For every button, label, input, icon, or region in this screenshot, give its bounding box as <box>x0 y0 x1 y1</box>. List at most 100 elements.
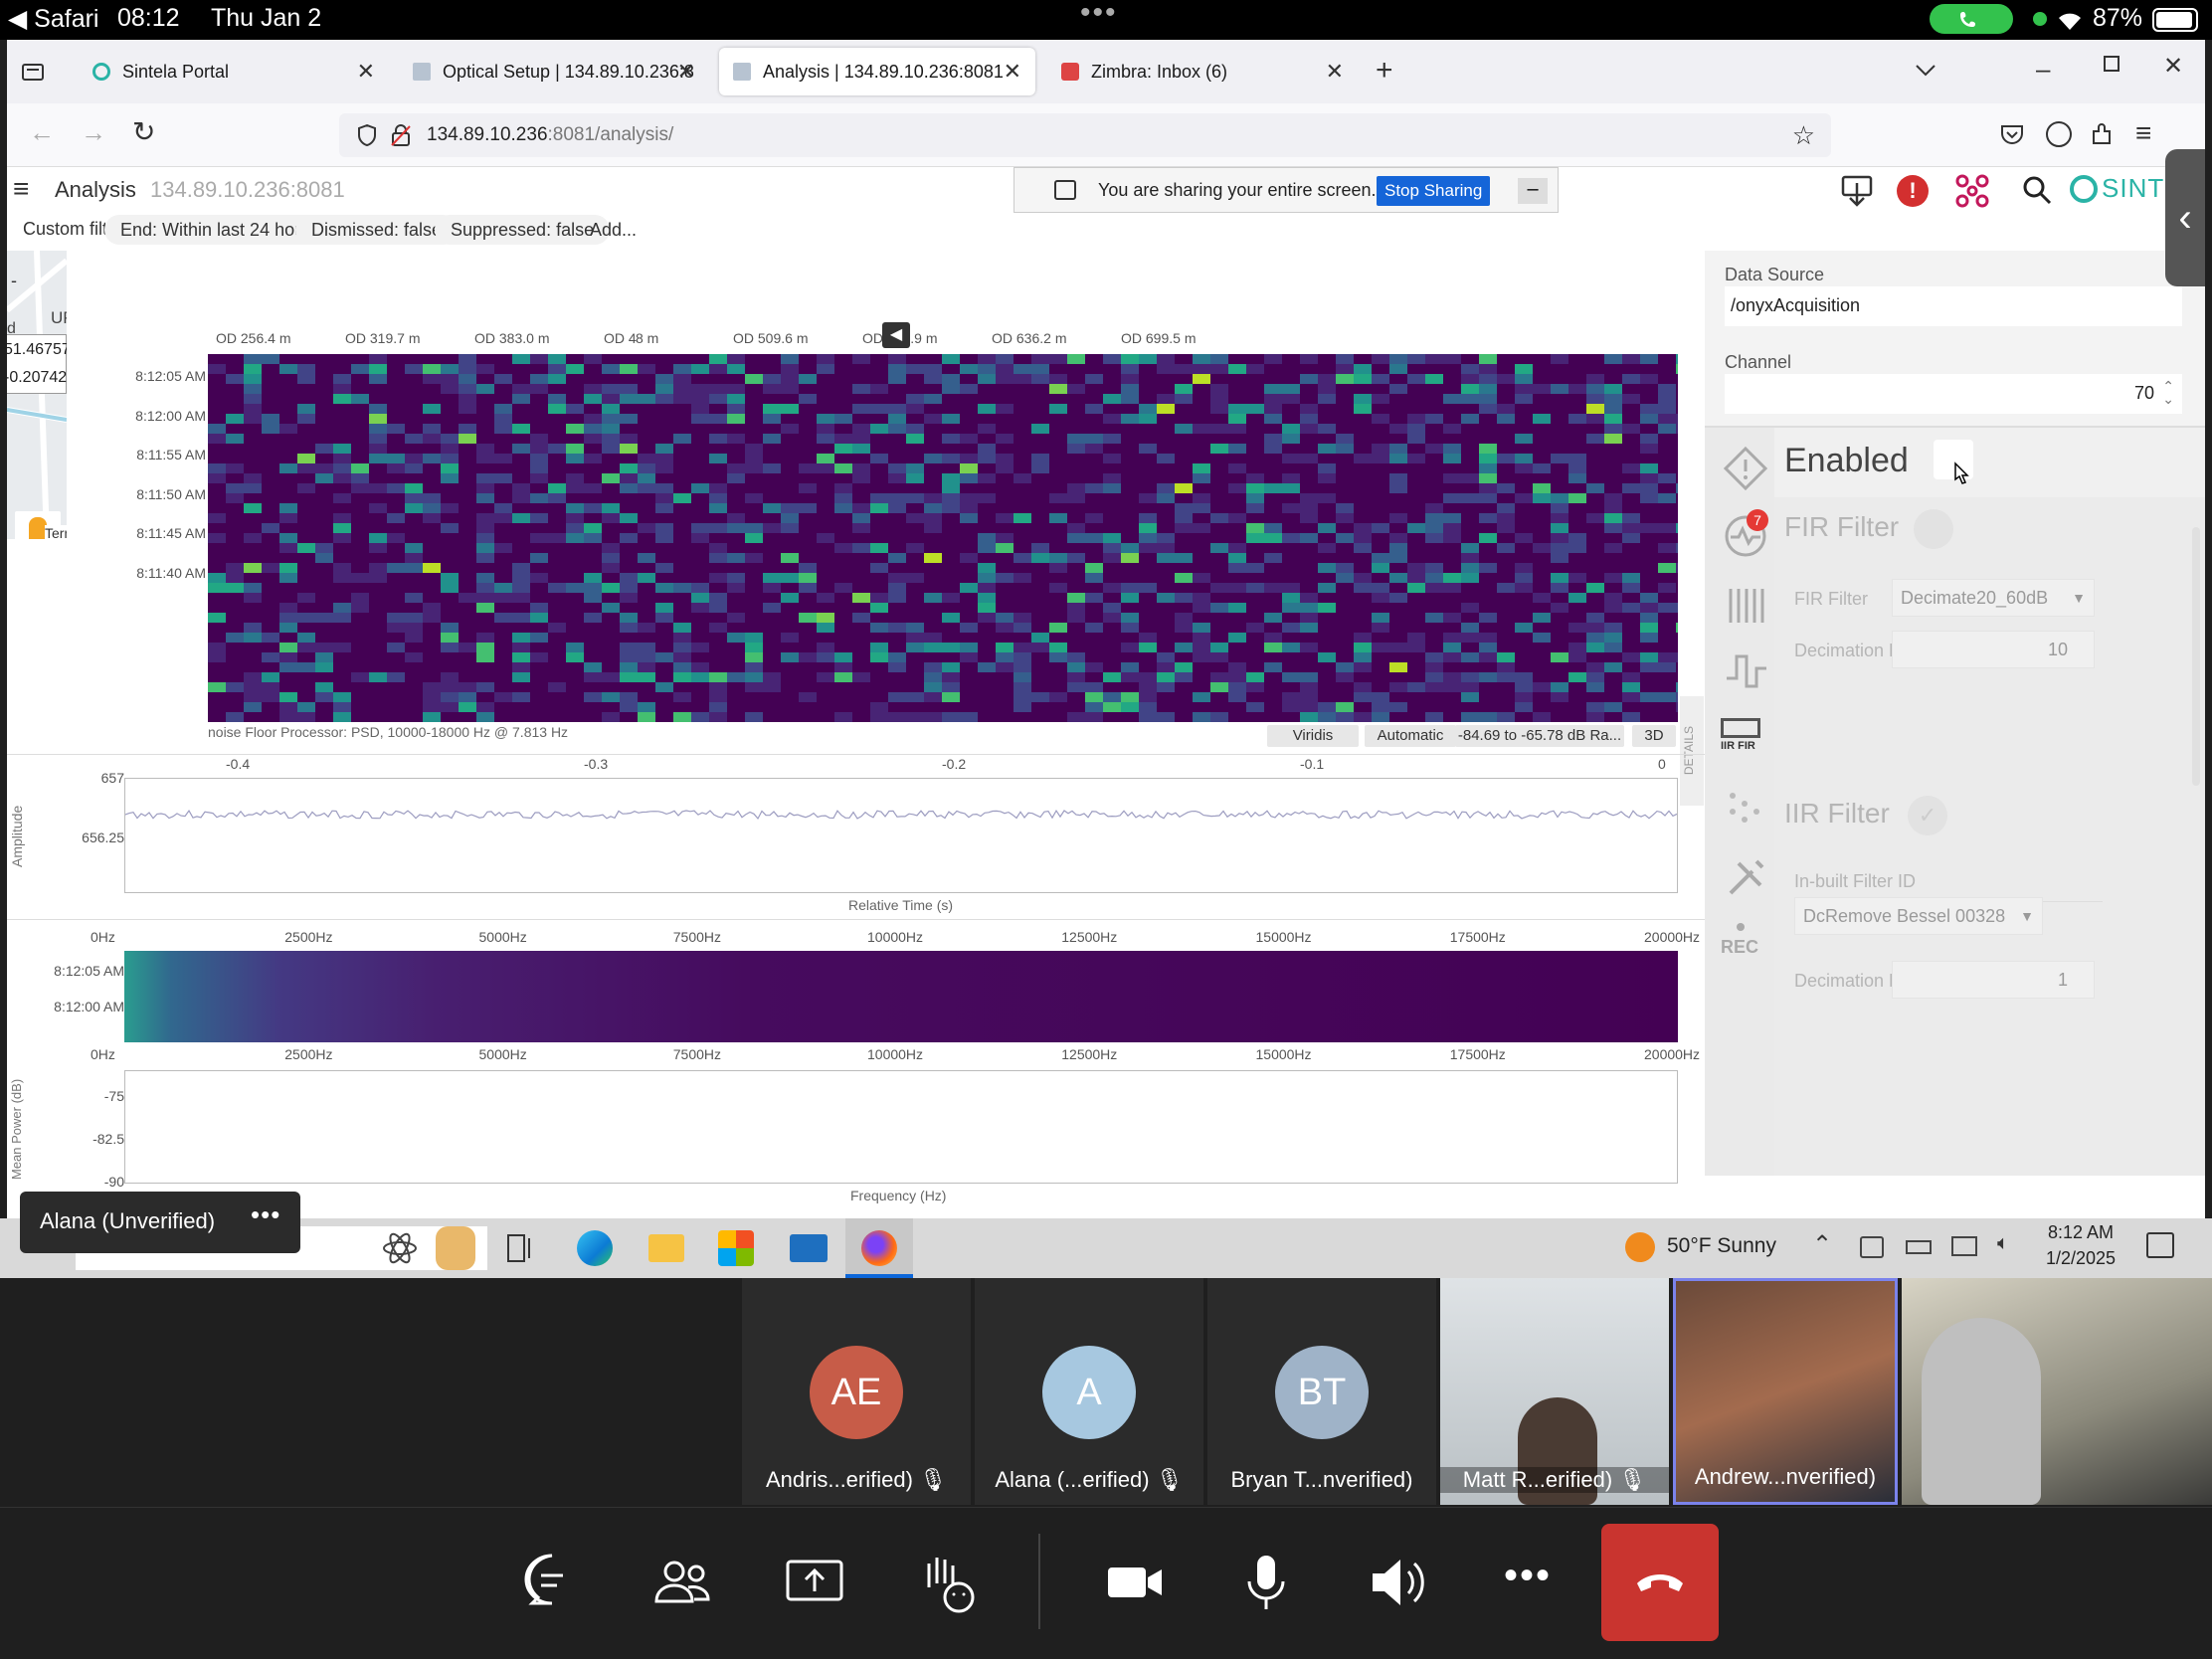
participant-video-tile[interactable]: Matt R...erified) 🎙︎ <box>1440 1278 1669 1505</box>
mute-speaker-icon[interactable]: 🔈︎ <box>1997 1232 2009 1255</box>
spectrogram[interactable] <box>124 951 1678 1042</box>
decimation2-input[interactable]: 1 <box>1892 961 2095 999</box>
minimize-icon[interactable]: – <box>2036 54 2050 85</box>
store-icon[interactable] <box>718 1230 754 1266</box>
close-tab-icon[interactable]: ✕ <box>357 59 375 85</box>
iir-toggle-check-icon[interactable]: ✓ <box>1908 796 1947 835</box>
tray-date[interactable]: 1/2/2025 <box>2041 1248 2120 1269</box>
new-tab-icon[interactable]: + <box>1376 54 1393 88</box>
insecure-lock-icon[interactable] <box>391 123 411 147</box>
close-tab-icon[interactable]: ✕ <box>1004 59 1021 85</box>
waveform-icon[interactable] <box>1723 648 1768 694</box>
map-panel[interactable]: - UP d 51.467572 -0.207425 Terms <box>7 251 67 539</box>
scale-mode-button[interactable]: Automatic <box>1365 725 1456 747</box>
microphone-icon[interactable] <box>1231 1548 1301 1617</box>
battery-tray-icon[interactable] <box>1906 1240 1932 1254</box>
speaker-icon[interactable]: ◀ <box>882 322 910 348</box>
decimation-input[interactable]: 10 <box>1892 631 2095 668</box>
alert-diamond-icon[interactable] <box>1723 446 1768 491</box>
back-icon[interactable]: ← <box>29 117 55 148</box>
search-icon[interactable] <box>2022 175 2052 205</box>
waterfall-heatmap[interactable] <box>208 354 1678 722</box>
firefox-taskbar-button[interactable] <box>845 1218 913 1278</box>
add-filter-button[interactable]: Add... <box>574 215 652 245</box>
data-source-field[interactable]: /onyxAcquisition <box>1725 286 2182 326</box>
search-highlight-icon[interactable] <box>436 1226 475 1270</box>
extensions-icon[interactable] <box>2090 121 2116 147</box>
camera-icon[interactable] <box>1100 1548 1170 1617</box>
self-view-tile[interactable] <box>1902 1278 2212 1505</box>
iir-filter-select[interactable]: DcRemove Bessel 00328 ▼ <box>1794 897 2043 935</box>
collapse-panel-handle[interactable]: ‹ <box>2165 149 2205 286</box>
tab-zimbra[interactable]: Zimbra: Inbox (6) ✕ <box>1047 48 1358 95</box>
notifications-icon[interactable] <box>2146 1232 2174 1258</box>
forward-icon[interactable]: → <box>81 117 106 148</box>
tab-optical-setup[interactable]: Optical Setup | 134.89.10.236:8 ✕ <box>399 48 709 95</box>
atom-icon[interactable] <box>380 1228 420 1268</box>
edge-icon[interactable] <box>577 1230 613 1266</box>
tray-chevron-icon[interactable]: ⌃ <box>1812 1230 1832 1259</box>
close-tab-icon[interactable]: ✕ <box>677 59 695 85</box>
pocket-icon[interactable] <box>2000 123 2024 145</box>
tray-time[interactable]: 8:12 AM <box>2041 1222 2120 1243</box>
chat-icon[interactable] <box>517 1548 587 1617</box>
iir-fir-icon[interactable]: IIR FIR <box>1719 716 1762 760</box>
panel-scrollbar[interactable] <box>2190 505 2202 1168</box>
call-pill[interactable] <box>1930 4 2013 34</box>
participants-icon[interactable] <box>648 1548 718 1617</box>
close-window-icon[interactable]: ✕ <box>2163 52 2183 81</box>
details-tab[interactable]: DETAILS <box>1680 696 1704 806</box>
fir-toggle[interactable] <box>1914 509 1953 549</box>
reload-icon[interactable]: ↻ <box>132 115 155 148</box>
bookmark-star-icon[interactable]: ☆ <box>1792 113 1815 157</box>
active-speaker-tile[interactable]: Andrew...nverified) <box>1673 1278 1898 1505</box>
file-explorer-icon[interactable] <box>648 1234 684 1262</box>
task-view-icon[interactable] <box>507 1234 537 1262</box>
filter-bars-icon[interactable] <box>1723 583 1768 629</box>
restore-icon[interactable] <box>2104 56 2120 72</box>
tab-sintela-portal[interactable]: Sintela Portal ✕ <box>79 48 389 95</box>
participant-tile[interactable]: BT Bryan T...nverified) <box>1207 1278 1436 1505</box>
more-options-icon[interactable]: ••• <box>251 1199 280 1230</box>
menu-icon[interactable]: ≡ <box>2135 117 2151 149</box>
network-icon[interactable] <box>1954 173 1990 209</box>
hamburger-menu-icon[interactable]: ≡ <box>13 173 29 205</box>
stop-sharing-button[interactable]: Stop Sharing <box>1377 176 1491 206</box>
channel-input[interactable]: 70 ⌃ ⌄ <box>1725 374 2182 414</box>
end-call-button[interactable] <box>1601 1524 1719 1641</box>
stepper-icon[interactable]: ⌃ ⌄ <box>2162 379 2174 406</box>
range-button[interactable]: -84.69 to -65.78 dB Ra... <box>1455 725 1624 747</box>
back-to-safari[interactable]: ◀ Safari <box>8 4 98 34</box>
mail-icon[interactable] <box>790 1234 828 1262</box>
scatter-icon[interactable] <box>1723 786 1768 831</box>
account-icon[interactable] <box>2046 121 2072 147</box>
3d-button[interactable]: 3D <box>1632 725 1676 747</box>
amplitude-plot[interactable] <box>124 778 1678 893</box>
speaker-icon[interactable] <box>1363 1548 1432 1617</box>
more-actions-icon[interactable]: ••• <box>1504 1554 1552 1598</box>
chevron-down-icon[interactable] <box>1915 64 1936 78</box>
tray-app-icon[interactable] <box>1860 1236 1884 1258</box>
raise-hand-icon[interactable] <box>911 1548 981 1617</box>
shield-icon[interactable] <box>357 124 377 146</box>
download-icon[interactable] <box>1841 175 1873 209</box>
minimize-banner-button[interactable]: – <box>1518 178 1548 204</box>
network-tray-icon[interactable] <box>1951 1236 1977 1256</box>
alert-icon[interactable]: ! <box>1897 175 1929 207</box>
map-terms-link[interactable]: Terms <box>45 525 67 539</box>
mean-power-plot[interactable] <box>124 1070 1678 1184</box>
url-field[interactable]: 134.89.10.236:8081/analysis/ ☆ <box>339 113 1831 157</box>
participant-tile[interactable]: AE Andris...erified) 🎙︎ <box>742 1278 971 1505</box>
tab-overview-icon[interactable] <box>21 60 45 84</box>
weather-text[interactable]: 50°F Sunny <box>1667 1234 1776 1258</box>
fir-filter-select[interactable]: Decimate20_60dB ▼ <box>1892 579 2095 617</box>
multitask-dots[interactable]: ••• <box>1080 0 1118 30</box>
record-icon[interactable]: REC <box>1719 923 1762 967</box>
filter-chip-dismissed[interactable]: Dismissed: false <box>295 215 459 245</box>
close-tab-icon[interactable]: ✕ <box>1326 59 1344 85</box>
colormap-button[interactable]: Viridis <box>1267 725 1359 747</box>
tab-analysis[interactable]: Analysis | 134.89.10.236:8081 ✕ <box>719 48 1035 95</box>
map-zoom-out[interactable]: - <box>11 271 17 291</box>
participant-tile[interactable]: A Alana (...erified) 🎙︎ <box>975 1278 1203 1505</box>
share-screen-icon[interactable] <box>780 1548 849 1617</box>
